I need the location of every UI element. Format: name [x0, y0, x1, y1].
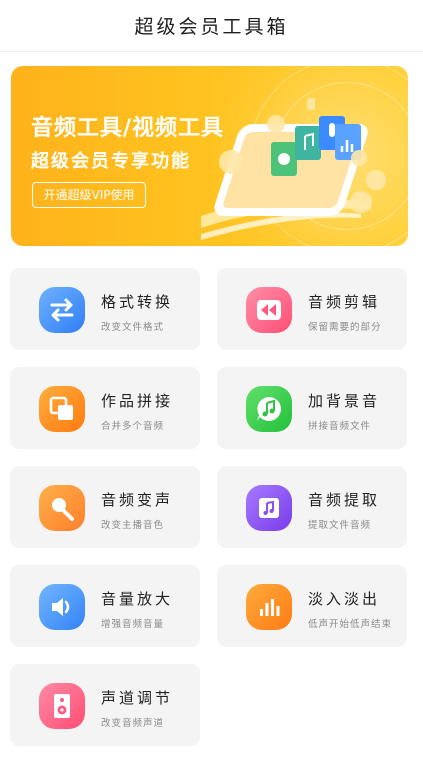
tool-card-bgm[interactable]: 加背景音 拼接音频文件 — [217, 367, 407, 449]
tool-name: 音频提取 — [308, 491, 381, 509]
tool-desc: 增强音频音量 — [101, 619, 165, 630]
loudspeaker-icon — [39, 683, 85, 729]
banner-subtitle: 超级会员专享功能 — [31, 151, 191, 172]
swap-arrows-icon — [39, 287, 85, 333]
tool-desc: 拼接音频文件 — [308, 421, 372, 432]
vip-banner[interactable]: 音频工具/视频工具 超级会员专享功能 开通超级VIP使用 — [11, 66, 408, 246]
banner-title: 音频工具/视频工具 — [31, 116, 225, 141]
tool-name: 作品拼接 — [101, 392, 174, 410]
music-bubble-icon — [246, 386, 292, 432]
microphone-icon — [39, 485, 85, 531]
tool-card-audio-extract[interactable]: 音频提取 提取文件音频 — [217, 466, 407, 548]
phone-illustration — [201, 98, 386, 240]
open-vip-button[interactable]: 开通超级VIP使用 — [32, 182, 146, 208]
tool-desc: 低声开始低声结束 — [308, 619, 393, 630]
tool-desc: 改变文件格式 — [101, 322, 165, 333]
tool-desc: 保留需要的部分 — [308, 322, 382, 333]
tool-name: 音量放大 — [101, 590, 174, 608]
music-note-icon — [246, 485, 292, 531]
tool-desc: 改变音频声道 — [101, 718, 165, 729]
tool-name: 音频剪辑 — [308, 293, 381, 311]
tool-card-fade[interactable]: 淡入淡出 低声开始低声结束 — [217, 565, 407, 647]
tool-card-volume-boost[interactable]: 音量放大 增强音频音量 — [10, 565, 200, 647]
tool-desc: 合并多个音频 — [101, 421, 165, 432]
tool-card-voice-change[interactable]: 音频变声 改变主播音色 — [10, 466, 200, 548]
page-title: 超级会员工具箱 — [134, 16, 289, 38]
speaker-icon — [39, 584, 85, 630]
rewind-icon — [246, 287, 292, 333]
tool-name: 加背景音 — [308, 392, 381, 410]
tool-card-channel[interactable]: 声道调节 改变音频声道 — [10, 664, 200, 746]
tool-card-format-convert[interactable]: 格式转换 改变文件格式 — [10, 268, 200, 350]
tool-desc: 提取文件音频 — [308, 520, 372, 531]
tool-name: 淡入淡出 — [308, 590, 381, 608]
top-bar: 超级会员工具箱 — [0, 0, 423, 52]
bars-icon — [246, 584, 292, 630]
tool-name: 音频变声 — [101, 491, 174, 509]
tool-name: 声道调节 — [101, 689, 174, 707]
tool-desc: 改变主播音色 — [101, 520, 165, 531]
overlap-squares-icon — [39, 386, 85, 432]
tool-card-audio-clip[interactable]: 音频剪辑 保留需要的部分 — [217, 268, 407, 350]
tool-name: 格式转换 — [101, 293, 174, 311]
tool-card-merge[interactable]: 作品拼接 合并多个音频 — [10, 367, 200, 449]
